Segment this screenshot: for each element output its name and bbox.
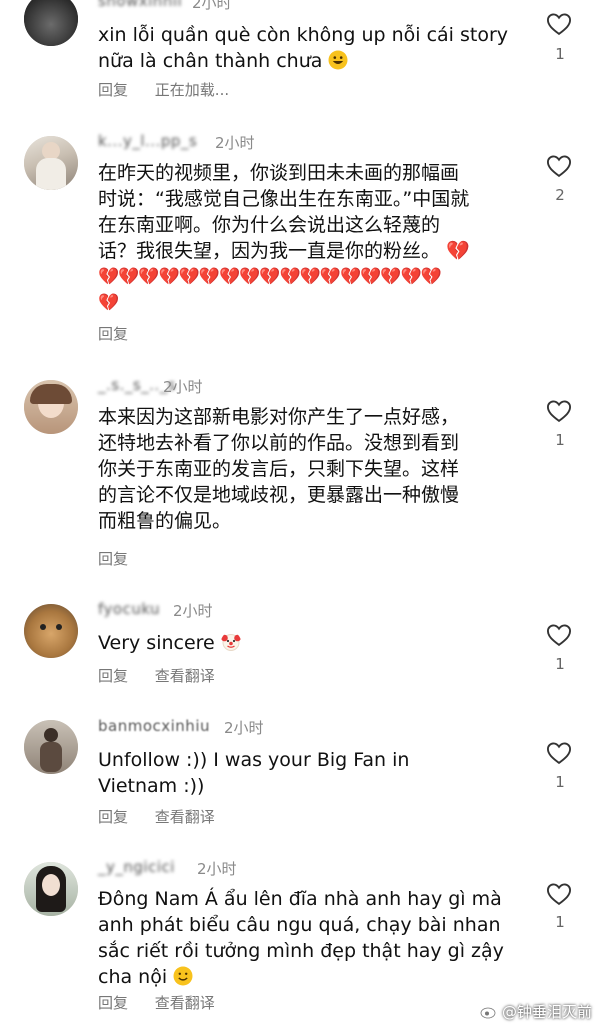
comment-actions: 回复 正在加载... <box>98 79 251 100</box>
comment-time: 2小时 <box>197 860 237 878</box>
translate-button[interactable]: 查看翻译 <box>155 808 215 826</box>
loading-label: 正在加载... <box>154 81 230 99</box>
comment-actions: 回复 查看翻译 <box>98 665 237 686</box>
reply-button[interactable]: 回复 <box>98 550 128 568</box>
grin-emoji-icon <box>328 50 348 70</box>
comment-time: 2小时 <box>192 0 232 12</box>
reply-button[interactable]: 回复 <box>98 667 128 685</box>
comment-text: 在昨天的视频里，你谈到田未未画的那幅画 时说：“我感觉自己像出生在东南亚。”中国… <box>98 162 470 262</box>
comment-actions: 回复 <box>98 548 150 569</box>
like-count: 1 <box>555 45 565 63</box>
translate-button[interactable]: 查看翻译 <box>155 667 215 685</box>
username[interactable]: k...y_l...pp_s <box>98 132 197 150</box>
comment-time: 2小时 <box>224 719 264 737</box>
avatar[interactable] <box>24 380 78 434</box>
heart-icon[interactable] <box>545 10 573 38</box>
translate-button[interactable]: 查看翻译 <box>155 994 215 1012</box>
comment-time: 2小时 <box>163 378 203 396</box>
comment-text: Unfollow :)) I was your Big Fan in Vietn… <box>98 749 410 797</box>
heart-icon[interactable] <box>545 739 573 767</box>
username[interactable]: showxinnii <box>98 0 182 10</box>
weibo-logo-icon <box>480 1004 498 1019</box>
watermark-text: @钟垂泪灭前 <box>501 1003 592 1021</box>
avatar[interactable] <box>24 862 78 916</box>
comment-time: 2小时 <box>215 134 255 152</box>
username[interactable]: _y_ngicici <box>98 858 175 876</box>
username[interactable]: fyocuku <box>98 600 160 618</box>
clown-emoji-icon <box>220 634 241 651</box>
like-count: 1 <box>555 431 565 449</box>
avatar[interactable] <box>24 0 78 46</box>
like-count: 1 <box>555 913 565 931</box>
reply-button[interactable]: 回复 <box>98 325 128 343</box>
comment-time: 2小时 <box>173 602 213 620</box>
comment-text: xin lỗi quần què còn không up nỗi cái st… <box>98 24 509 72</box>
comment-text: Đông Nam Á ẩu lên đĩa nhà anh hay gì mà … <box>98 888 504 988</box>
comment-text: Very sincere <box>98 630 528 656</box>
smile-emoji-icon <box>173 966 193 986</box>
broken-heart-emoji: 💔 <box>446 240 470 262</box>
reply-button[interactable]: 回复 <box>98 994 128 1012</box>
comment-actions: 回复 查看翻译 <box>98 806 237 827</box>
like-count: 1 <box>555 655 565 673</box>
heart-icon[interactable] <box>545 880 573 908</box>
username[interactable]: banmocxinhiu <box>98 717 210 735</box>
heart-icon[interactable] <box>545 152 573 180</box>
comment-actions: 回复 <box>98 323 150 344</box>
like-count: 2 <box>555 186 565 204</box>
broken-heart-emojis: 💔💔💔💔💔💔💔💔💔💔💔💔💔💔💔💔💔 <box>98 267 442 287</box>
watermark: @钟垂泪灭前 <box>480 1001 592 1022</box>
reply-button[interactable]: 回复 <box>98 808 128 826</box>
avatar[interactable] <box>24 136 78 190</box>
heart-icon[interactable] <box>545 397 573 425</box>
like-count: 1 <box>555 773 565 791</box>
comment-actions: 回复 查看翻译 <box>98 992 237 1013</box>
avatar[interactable] <box>24 604 78 658</box>
broken-heart-emoji: 💔 <box>98 293 120 313</box>
reply-button[interactable]: 回复 <box>98 81 128 99</box>
heart-icon[interactable] <box>545 621 573 649</box>
avatar[interactable] <box>24 720 78 774</box>
comment-text: 本来因为这部新电影对你产生了一点好感， 还特地去补看了你以前的作品。没想到看到 … <box>98 406 460 532</box>
